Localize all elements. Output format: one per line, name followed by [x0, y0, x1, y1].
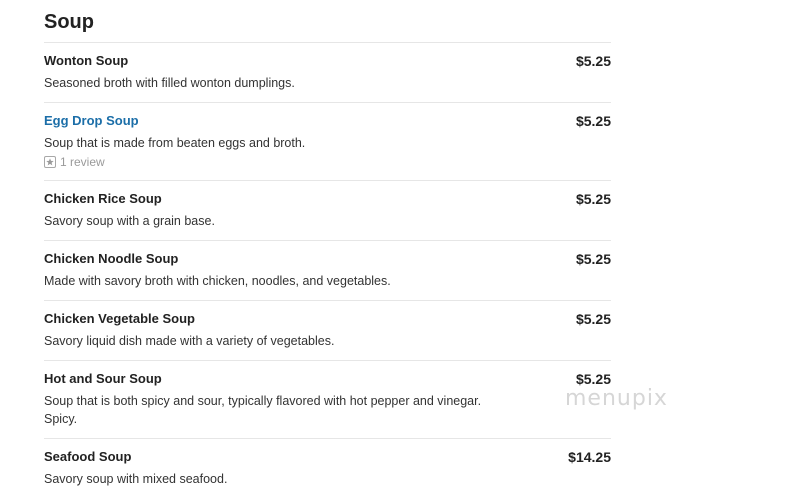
menu-item: Egg Drop Soup $5.25 Soup that is made fr… [44, 103, 611, 181]
review-link[interactable]: 1 review [44, 154, 611, 170]
menu-item: Chicken Rice Soup $5.25 Savory soup with… [44, 181, 611, 241]
item-description: Soup that is made from beaten eggs and b… [44, 136, 306, 150]
item-name: Chicken Vegetable Soup [44, 311, 195, 326]
menu-item: Seafood Soup $14.25 Savory soup with mix… [44, 439, 611, 498]
section-title: Soup [44, 11, 94, 33]
item-price: $5.25 [575, 251, 611, 267]
item-price: $5.25 [575, 311, 611, 327]
item-description: Savory liquid dish made with a variety o… [44, 334, 335, 348]
menu-list: Wonton Soup $5.25 Seasoned broth with fi… [44, 42, 611, 498]
menu-item: Chicken Noodle Soup $5.25 Made with savo… [44, 241, 611, 301]
item-description: Soup that is both spicy and sour, typica… [44, 394, 482, 426]
item-description: Savory soup with a grain base. [44, 214, 215, 228]
item-description: Seasoned broth with filled wonton dumpli… [44, 76, 295, 90]
item-description: Savory soup with mixed seafood. [44, 472, 228, 486]
menu-item: Wonton Soup $5.25 Seasoned broth with fi… [44, 43, 611, 103]
review-count: 1 review [60, 155, 105, 169]
item-name: Hot and Sour Soup [44, 371, 162, 386]
item-price: $5.25 [575, 53, 611, 69]
item-price: $5.25 [575, 113, 611, 129]
menu-item: Chicken Vegetable Soup $5.25 Savory liqu… [44, 301, 611, 361]
item-name: Wonton Soup [44, 53, 129, 68]
item-name-link[interactable]: Egg Drop Soup [44, 113, 611, 129]
item-description: Made with savory broth with chicken, noo… [44, 274, 391, 288]
watermark-logo: menupix [565, 386, 668, 411]
item-price: $5.25 [575, 191, 611, 207]
item-price: $5.25 [575, 371, 611, 387]
menu-item: Hot and Sour Soup $5.25 Soup that is bot… [44, 361, 611, 439]
item-name: Chicken Noodle Soup [44, 251, 179, 266]
item-price: $14.25 [568, 449, 611, 465]
item-name: Chicken Rice Soup [44, 191, 162, 206]
star-badge-icon [44, 156, 56, 168]
item-name: Seafood Soup [44, 449, 132, 464]
